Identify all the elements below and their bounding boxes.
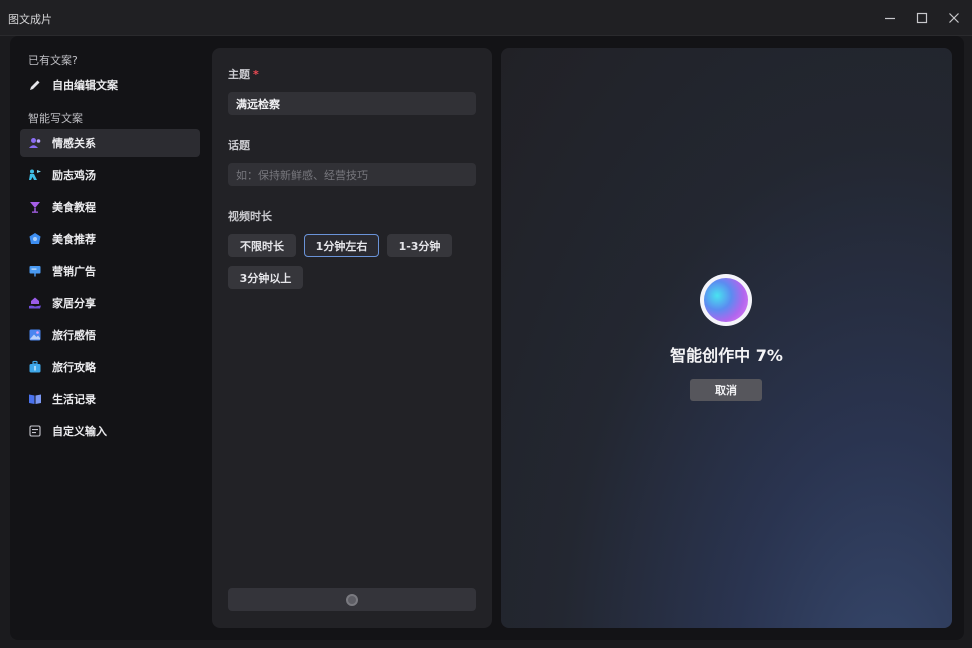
- open-book-icon: [28, 392, 42, 406]
- home-hand-icon: [28, 296, 42, 310]
- sidebar-item-travel-guide[interactable]: 旅行攻略: [20, 353, 200, 381]
- sidebar-item-food-rec[interactable]: 美食推荐: [20, 225, 200, 253]
- duration-label: 视频时长: [228, 210, 272, 223]
- sidebar-item-home[interactable]: 家居分享: [20, 289, 200, 317]
- sidebar-item-marketing[interactable]: 营销广告: [20, 257, 200, 285]
- creation-progress-text: 智能创作中 7%: [670, 346, 783, 365]
- duration-option-1min[interactable]: 1分钟左右: [304, 234, 379, 257]
- duration-option-3min-plus[interactable]: 3分钟以上: [228, 266, 303, 289]
- sidebar-item-custom[interactable]: 自定义输入: [20, 417, 200, 445]
- photo-landscape-icon: [28, 328, 42, 342]
- free-edit-label: 自由编辑文案: [52, 79, 118, 92]
- subject-label: 话题: [228, 139, 250, 152]
- sidebar-item-label: 家居分享: [52, 297, 96, 310]
- sidebar-item-recipe[interactable]: 美食教程: [20, 193, 200, 221]
- sidebar-item-label: 自定义输入: [52, 425, 107, 438]
- sidebar-item-label: 旅行感悟: [52, 329, 96, 342]
- sidebar-item-motivation[interactable]: 励志鸡汤: [20, 161, 200, 189]
- people-icon: [28, 136, 42, 150]
- minimize-icon: [885, 17, 895, 20]
- close-icon: [949, 13, 959, 23]
- sidebar-item-label: 生活记录: [52, 393, 96, 406]
- topic-label: 主题 *: [228, 68, 259, 81]
- sidebar-item-label: 美食教程: [52, 201, 96, 214]
- ai-orb-icon: [700, 274, 752, 326]
- duration-option-unlimited[interactable]: 不限时长: [228, 234, 296, 257]
- existing-copy-label: 已有文案?: [28, 54, 78, 67]
- billboard-icon: [28, 264, 42, 278]
- cancel-button[interactable]: 取消: [690, 379, 762, 401]
- suitcase-icon: [28, 360, 42, 374]
- subject-input[interactable]: 如：保持新鲜感、经营技巧: [228, 163, 476, 186]
- form-panel: 主题 * 满远检察 话题 如：保持新鲜感、经营技巧 视频时长 不限时长 1分钟左右…: [212, 48, 492, 628]
- sidebar-item-label: 旅行攻略: [52, 361, 96, 374]
- sidebar-item-label: 励志鸡汤: [52, 169, 96, 182]
- close-button[interactable]: [940, 6, 968, 30]
- food-badge-icon: [28, 232, 42, 246]
- sidebar-item-emotion[interactable]: 情感关系: [20, 129, 200, 157]
- required-mark: *: [253, 68, 259, 81]
- sidebar: 已有文案? 自由编辑文案 智能写文案 情感关系 励志鸡汤 美食教程 美食推荐 营…: [20, 48, 202, 628]
- duration-option-1-3min[interactable]: 1-3分钟: [387, 234, 452, 257]
- topic-input[interactable]: 满远检察: [228, 92, 476, 115]
- smart-copy-label: 智能写文案: [28, 112, 83, 125]
- cocktail-glass-icon: [28, 200, 42, 214]
- sidebar-item-life-log[interactable]: 生活记录: [20, 385, 200, 413]
- title-bar: 图文成片: [0, 0, 972, 36]
- maximize-icon: [916, 12, 928, 24]
- sidebar-item-travel-thoughts[interactable]: 旅行感悟: [20, 321, 200, 349]
- maximize-button[interactable]: [908, 6, 936, 30]
- free-edit-item[interactable]: 自由编辑文案: [20, 71, 200, 99]
- preview-panel: 智能创作中 7% 取消: [501, 48, 952, 628]
- generate-button[interactable]: [228, 588, 476, 611]
- sidebar-item-label: 情感关系: [52, 137, 96, 150]
- pencil-icon: [28, 78, 42, 92]
- edit-lines-icon: [28, 424, 42, 438]
- sidebar-item-label: 营销广告: [52, 265, 96, 278]
- person-flag-icon: [28, 168, 42, 182]
- sidebar-item-label: 美食推荐: [52, 233, 96, 246]
- window-title: 图文成片: [8, 13, 52, 26]
- loading-spinner-icon: [346, 593, 358, 606]
- minimize-button[interactable]: [876, 6, 904, 30]
